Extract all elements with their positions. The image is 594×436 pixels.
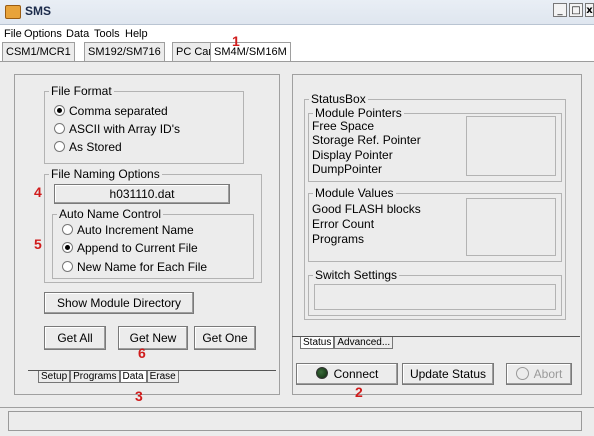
auto-name-legend: Auto Name Control <box>59 207 162 221</box>
tab-data[interactable]: Data <box>119 371 147 383</box>
statusbox-legend: StatusBox <box>311 92 366 106</box>
abort-icon <box>515 367 529 380</box>
storage-ref-pointer-label: Storage Ref. Pointer <box>312 133 421 147</box>
menu-tools[interactable]: Tools <box>94 28 120 40</box>
radio-icon <box>62 261 73 272</box>
get-one-button[interactable]: Get One <box>194 326 256 350</box>
tab-advanced[interactable]: Advanced... <box>334 337 394 349</box>
tab-setup[interactable]: Setup <box>38 371 71 383</box>
file-format-legend: File Format <box>51 84 112 98</box>
tab-sm4m-sm16m[interactable]: SM4M/SM16M <box>210 42 291 61</box>
left-tabs-divider <box>28 370 276 371</box>
dump-pointer-label: DumpPointer <box>312 162 383 176</box>
switch-settings-readout <box>314 284 556 310</box>
connect-button[interactable]: Connect <box>296 363 398 385</box>
connect-label: Connect <box>333 367 379 381</box>
left-bottom-tabs: Setup Programs Data Erase <box>38 371 179 383</box>
annotation-6: 6 <box>138 345 146 361</box>
maximize-button[interactable]: □ <box>569 3 583 17</box>
title-bar <box>0 0 594 25</box>
update-status-button[interactable]: Update Status <box>402 363 494 385</box>
right-tabs-divider <box>292 336 580 337</box>
module-values-legend: Module Values <box>315 186 394 200</box>
error-count-label: Error Count <box>312 217 375 231</box>
radio-ascii-array-ids[interactable]: ASCII with Array ID's <box>54 122 180 136</box>
connection-led-icon <box>315 367 328 379</box>
module-pointers-readout <box>466 116 556 176</box>
module-pointers-legend: Module Pointers <box>315 106 402 120</box>
show-module-directory-button[interactable]: Show Module Directory <box>44 292 194 314</box>
minimize-button[interactable]: _ <box>553 3 567 17</box>
annotation-2: 2 <box>355 384 363 400</box>
window-title: SMS <box>25 4 52 18</box>
menu-data[interactable]: Data <box>66 28 89 40</box>
menu-bar: File Options Data Tools Help <box>0 26 594 42</box>
filename-button[interactable]: h031110.dat <box>54 184 230 204</box>
radio-auto-increment[interactable]: Auto Increment Name <box>62 223 194 237</box>
tab-programs[interactable]: Programs <box>70 371 120 383</box>
file-naming-legend: File Naming Options <box>51 167 160 181</box>
annotation-3: 3 <box>135 388 143 404</box>
radio-as-stored[interactable]: As Stored <box>54 140 122 154</box>
status-message-field <box>8 411 582 431</box>
good-flash-blocks-label: Good FLASH blocks <box>312 202 421 216</box>
radio-append-current[interactable]: Append to Current File <box>62 241 198 255</box>
radio-selected-icon <box>54 105 65 116</box>
radio-icon <box>54 123 65 134</box>
radio-label: ASCII with Array ID's <box>69 122 180 136</box>
display-pointer-label: Display Pointer <box>312 148 393 162</box>
tab-sm192-sm716[interactable]: SM192/SM716 <box>84 42 165 61</box>
menu-options[interactable]: Options <box>24 28 62 40</box>
annotation-4: 4 <box>34 184 42 200</box>
radio-icon <box>62 224 73 235</box>
radio-label: Append to Current File <box>77 241 198 255</box>
programs-label: Programs <box>312 232 365 246</box>
tab-csm1-mcr1[interactable]: CSM1/MCR1 <box>2 42 75 61</box>
free-space-label: Free Space <box>312 119 375 133</box>
radio-comma-separated[interactable]: Comma separated <box>54 104 168 118</box>
tab-status[interactable]: Status <box>300 337 335 349</box>
get-all-button[interactable]: Get All <box>44 326 106 350</box>
close-button[interactable]: x <box>585 3 594 17</box>
radio-selected-icon <box>62 242 73 253</box>
radio-label: Comma separated <box>69 104 168 118</box>
radio-label: New Name for Each File <box>77 260 208 274</box>
switch-settings-legend: Switch Settings <box>315 268 398 282</box>
module-values-readout <box>466 198 556 256</box>
radio-new-name-each[interactable]: New Name for Each File <box>62 260 207 274</box>
annotation-1: 1 <box>232 33 240 49</box>
annotation-5: 5 <box>34 236 42 252</box>
radio-icon <box>54 141 65 152</box>
abort-label: Abort <box>533 367 563 381</box>
tab-erase[interactable]: Erase <box>146 371 179 383</box>
abort-button[interactable]: Abort <box>506 363 572 385</box>
radio-label: As Stored <box>69 140 122 154</box>
radio-label: Auto Increment Name <box>77 223 194 237</box>
get-new-button[interactable]: Get New <box>118 326 188 350</box>
menu-file[interactable]: File <box>4 28 22 40</box>
right-bottom-tabs: Status Advanced... <box>300 337 394 349</box>
app-icon <box>5 5 21 19</box>
menu-help[interactable]: Help <box>125 28 148 40</box>
device-tabs: CSM1/MCR1 SM192/SM716 PC Card SM4M/SM16M <box>0 42 594 62</box>
